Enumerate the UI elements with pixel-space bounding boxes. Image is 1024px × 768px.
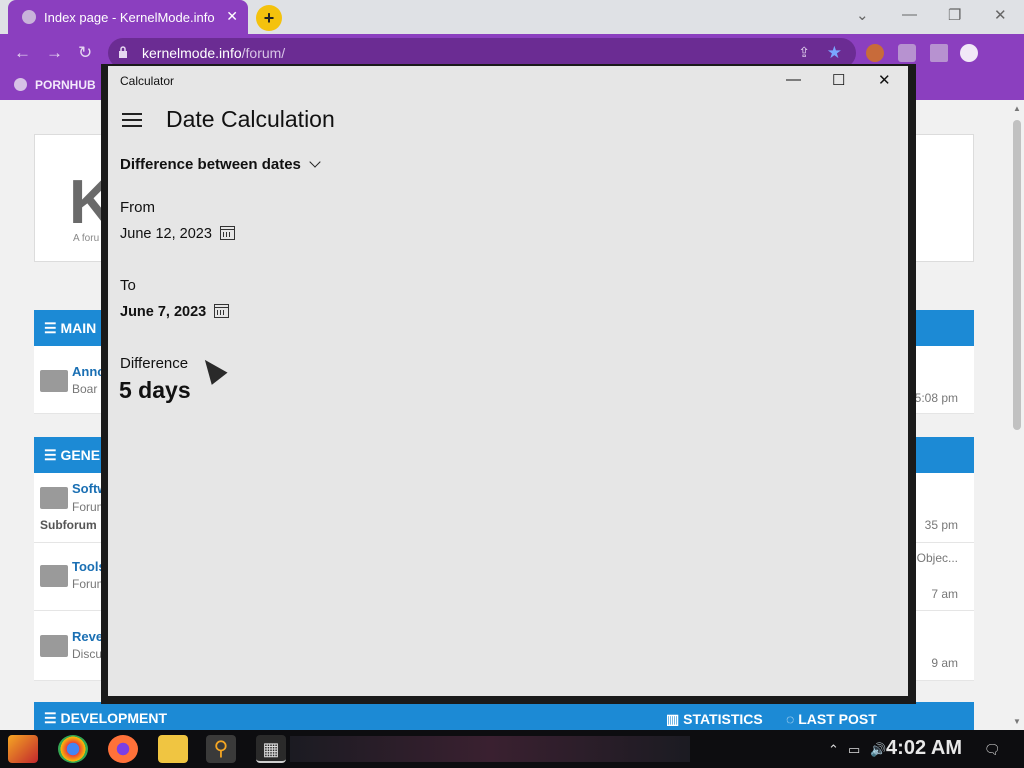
forum-row-last: 35 pm (924, 518, 958, 532)
file-explorer-icon[interactable] (158, 735, 188, 763)
to-date-picker[interactable]: June 7, 2023 (120, 304, 230, 320)
calculation-mode-dropdown[interactable]: Difference between dates (120, 156, 321, 173)
difference-value: 5 days (119, 377, 191, 403)
calculator-window: Calculator — ☐ ✕ Date Calculation Differ… (101, 64, 916, 704)
forum-row-last: 9 am (931, 656, 958, 670)
lock-icon (119, 46, 127, 58)
taskbar-decoration (290, 736, 690, 762)
firefox-icon[interactable] (108, 735, 138, 763)
section-header-development[interactable]: ☰ DEVELOPMENT ▥ STATISTICS ◌ LAST POST (34, 702, 974, 730)
browser-minimize-button[interactable]: — (902, 6, 917, 23)
folder-icon (40, 565, 68, 587)
reload-icon[interactable]: ↻ (78, 43, 92, 63)
bookmark-icon (14, 78, 27, 91)
start-button[interactable] (8, 735, 38, 763)
sidepanel-icon[interactable] (930, 44, 948, 62)
folder-icon (40, 487, 68, 509)
mode-title: Date Calculation (166, 106, 335, 132)
chrome-icon[interactable] (58, 735, 88, 763)
forum-row-last-topic[interactable]: Objec... (917, 551, 958, 565)
network-icon[interactable]: ▭ (848, 742, 860, 758)
share-icon[interactable]: ⇪ (798, 44, 810, 61)
forum-row-title[interactable]: Reve (72, 629, 103, 644)
forum-row-last: 5:08 pm (914, 391, 958, 405)
bookmark-item[interactable]: PORNHUB (14, 78, 96, 92)
scroll-down-icon[interactable]: ▼ (1013, 717, 1021, 726)
difference-label: Difference (120, 355, 189, 372)
calendar-icon (214, 304, 230, 318)
taskbar: ⚲ ▦ ⌃ ▭ 🔊 4:02 AM 🗨 (0, 730, 1024, 768)
page-scrollbar[interactable]: ▲ ▼ (1010, 100, 1024, 730)
maximize-button[interactable]: ☐ (832, 71, 845, 89)
forum-row-sub: Discu (72, 647, 103, 661)
tab-strip: Index page - KernelMode.info ✕ + ⌄ — ❐ ✕ (0, 0, 1024, 34)
window-title: Calculator (120, 74, 175, 88)
forum-logo-sub: A foru (73, 233, 100, 244)
subforum-label: Subforum (40, 518, 97, 532)
last-post-header: ◌ LAST POST (786, 711, 877, 727)
new-tab-button[interactable]: + (256, 5, 282, 31)
favicon-icon (22, 10, 36, 24)
profile-icon[interactable] (960, 44, 978, 62)
tab-title: Index page - KernelMode.info (44, 10, 215, 25)
list-icon: ☰ (44, 710, 61, 726)
browser-tab[interactable]: Index page - KernelMode.info ✕ (8, 0, 248, 34)
scroll-up-icon[interactable]: ▲ (1013, 104, 1021, 113)
folder-lock-icon (40, 370, 68, 392)
notifications-icon[interactable]: 🗨 (984, 742, 1001, 758)
tab-close-icon[interactable]: ✕ (226, 8, 238, 25)
forward-icon[interactable]: → (46, 43, 63, 63)
tray-overflow-icon[interactable]: ⌃ (828, 742, 839, 758)
browser-restore-button[interactable]: ❐ (948, 6, 961, 24)
folder-icon (40, 635, 68, 657)
bar-chart-icon: ▥ (666, 711, 684, 727)
calculator-body: Calculator — ☐ ✕ Date Calculation Differ… (108, 66, 908, 696)
star-icon[interactable]: ★ (827, 43, 842, 63)
taskbar-clock[interactable]: 4:02 AM (886, 737, 962, 760)
from-date-picker[interactable]: June 12, 2023 (120, 226, 235, 242)
calculator-taskbar-icon[interactable]: ▦ (256, 735, 286, 763)
list-icon: ☰ (44, 447, 61, 463)
forum-row-last: 7 am (931, 587, 958, 601)
extensions-icon[interactable] (898, 44, 916, 62)
chevron-down-icon (309, 156, 321, 168)
comments-icon: ◌ (786, 711, 799, 727)
from-label: From (120, 199, 155, 216)
extension-avatar-icon[interactable] (866, 44, 884, 62)
to-label: To (120, 277, 136, 294)
hamburger-menu-icon[interactable] (122, 113, 142, 127)
calendar-icon (219, 226, 235, 240)
browser-close-button[interactable]: ✕ (994, 6, 1007, 24)
back-icon[interactable]: ← (14, 43, 31, 63)
search-icon[interactable]: ⚲ (206, 735, 236, 763)
minimize-button[interactable]: — (786, 71, 801, 88)
statistics-header: ▥ STATISTICS (666, 711, 763, 727)
tab-search-icon[interactable]: ⌄ (856, 6, 869, 24)
list-icon: ☰ (44, 320, 61, 336)
scrollbar-thumb[interactable] (1013, 120, 1021, 430)
volume-icon[interactable]: 🔊 (870, 742, 886, 758)
close-button[interactable]: ✕ (878, 71, 891, 89)
url-text: kernelmode.info/forum/ (142, 45, 286, 61)
forum-row-sub: Boar (72, 382, 98, 396)
